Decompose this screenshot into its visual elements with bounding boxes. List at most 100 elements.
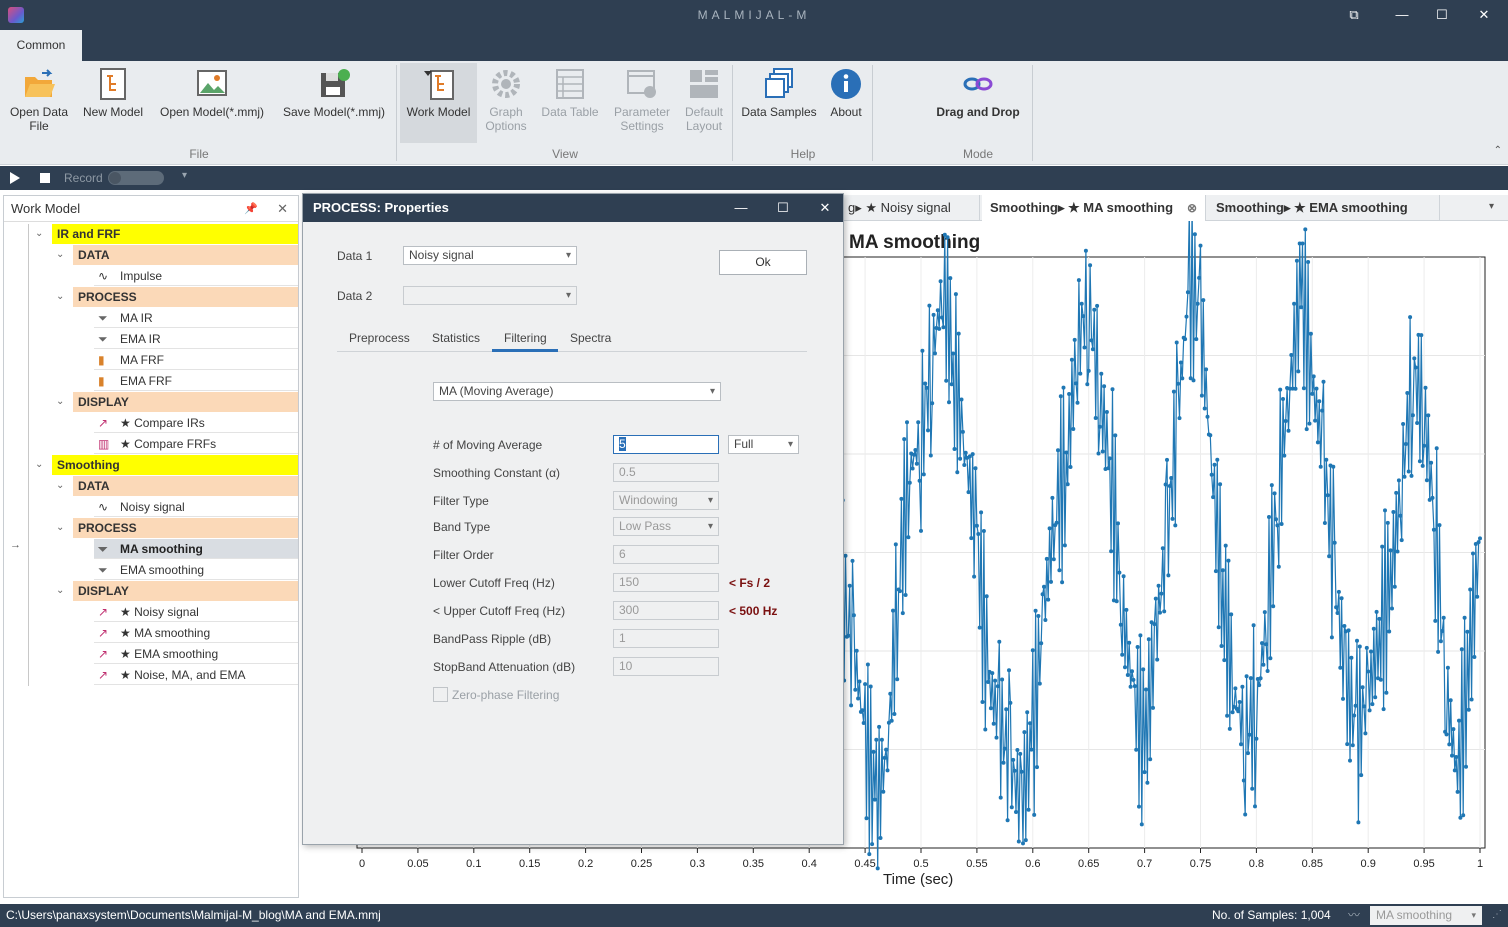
chevron-down-icon[interactable]: ⌄ bbox=[56, 392, 64, 412]
display-selector[interactable]: MA smoothing ▾ bbox=[1370, 906, 1482, 925]
drag-and-drop-button[interactable]: Drag and Drop bbox=[926, 63, 1030, 143]
tree-section[interactable]: ⌄ DATA bbox=[4, 245, 298, 265]
tree-group[interactable]: ⌄ Smoothing bbox=[4, 455, 298, 475]
ma-mode-select[interactable]: Full bbox=[728, 435, 799, 454]
data-point bbox=[1204, 367, 1209, 372]
tree-item[interactable]: ∿ Noisy signal bbox=[94, 497, 298, 517]
chevron-down-icon[interactable]: ▾ bbox=[182, 170, 187, 181]
data-point bbox=[906, 535, 911, 540]
tab-noisy-signal[interactable]: g▸ ★ Noisy signal bbox=[840, 195, 980, 221]
restore-layout-icon[interactable]: ⧉ bbox=[1344, 6, 1364, 24]
data-point bbox=[1040, 592, 1045, 597]
data-point bbox=[1278, 387, 1283, 392]
tree-item[interactable]: ⏷ MA smoothing bbox=[94, 539, 298, 559]
tab-ema-smoothing[interactable]: Smoothing▸ ★ EMA smoothing bbox=[1208, 195, 1440, 221]
tree-item[interactable]: ↗ ★ Noise, MA, and EMA bbox=[94, 665, 298, 685]
parameter-settings-button[interactable]: Parameter Settings bbox=[608, 63, 676, 143]
about-button[interactable]: About bbox=[824, 63, 868, 143]
data-table-button[interactable]: Data Table bbox=[536, 63, 604, 143]
filter-method-select[interactable]: MA (Moving Average) bbox=[433, 382, 721, 401]
tree-section[interactable]: ⌄ PROCESS bbox=[4, 518, 298, 538]
pin-icon[interactable]: 📌 bbox=[244, 196, 258, 222]
chevron-down-icon[interactable]: ⌄ bbox=[56, 245, 64, 265]
tree-item[interactable]: ▮ EMA FRF bbox=[94, 371, 298, 391]
save-model-button[interactable]: Save Model(*.mmj) bbox=[276, 63, 392, 143]
default-layout-button[interactable]: Default Layout bbox=[680, 63, 728, 143]
close-tab-icon[interactable]: ⊗ bbox=[1187, 195, 1197, 221]
stop-icon[interactable] bbox=[40, 173, 50, 183]
tree-item[interactable]: ▮ MA FRF bbox=[94, 350, 298, 370]
tree-section[interactable]: ⌄ DISPLAY bbox=[4, 581, 298, 601]
data1-select[interactable]: Noisy signal bbox=[403, 246, 577, 265]
minimize-button[interactable]: — bbox=[1392, 6, 1412, 24]
data-point bbox=[1068, 465, 1073, 469]
param-input[interactable]: 300 bbox=[613, 601, 719, 620]
tab-filtering[interactable]: Filtering bbox=[504, 331, 547, 345]
data-point bbox=[893, 542, 898, 547]
close-button[interactable]: ✕ bbox=[1474, 6, 1494, 24]
tab-common[interactable]: Common bbox=[0, 30, 82, 61]
chevron-down-icon[interactable]: ⌄ bbox=[56, 476, 64, 496]
param-input[interactable]: 10 bbox=[613, 657, 719, 676]
param-input[interactable]: 5 bbox=[613, 435, 719, 454]
tree-section[interactable]: ⌄ PROCESS bbox=[4, 287, 298, 307]
zero-phase-checkbox[interactable] bbox=[433, 687, 448, 702]
work-model-button[interactable]: Work Model bbox=[400, 63, 477, 143]
param-input[interactable]: 1 bbox=[613, 629, 719, 648]
dialog-minimize-button[interactable]: — bbox=[727, 194, 755, 222]
data-point bbox=[1176, 381, 1181, 386]
open-data-file-button[interactable]: Open Data File bbox=[4, 63, 74, 143]
maximize-button[interactable]: ☐ bbox=[1432, 6, 1452, 24]
tabs-dropdown-icon[interactable]: ▾ bbox=[1489, 201, 1494, 212]
param-input[interactable]: 0.5 bbox=[613, 463, 719, 482]
ok-button[interactable]: Ok bbox=[719, 250, 807, 275]
graph-options-button[interactable]: Graph Options bbox=[480, 63, 532, 143]
dialog-close-button[interactable]: ✕ bbox=[811, 194, 839, 222]
tree-section[interactable]: ⌄ DISPLAY bbox=[4, 392, 298, 412]
param-input[interactable]: Windowing bbox=[613, 491, 719, 510]
play-icon[interactable] bbox=[10, 172, 20, 184]
tab-spectra[interactable]: Spectra bbox=[570, 331, 611, 345]
tree-item[interactable]: ⏷ EMA IR bbox=[94, 329, 298, 349]
data-point bbox=[1128, 684, 1133, 689]
data-point bbox=[1350, 743, 1355, 748]
data-point bbox=[1360, 685, 1365, 690]
data-point bbox=[1044, 556, 1049, 561]
data2-select[interactable] bbox=[403, 286, 577, 305]
tree-item[interactable]: ↗ ★ Noisy signal bbox=[94, 602, 298, 622]
new-model-button[interactable]: New Model bbox=[78, 63, 148, 143]
collapse-ribbon-icon[interactable]: ⌃ bbox=[1494, 145, 1502, 156]
chevron-down-icon[interactable]: ⌄ bbox=[35, 224, 43, 244]
data-point bbox=[1307, 421, 1312, 426]
chevron-down-icon[interactable]: ⌄ bbox=[56, 287, 64, 307]
chevron-down-icon[interactable]: ⌄ bbox=[56, 518, 64, 538]
close-panel-icon[interactable]: ✕ bbox=[277, 196, 288, 222]
tree-item[interactable]: ⏷ EMA smoothing bbox=[94, 560, 298, 580]
open-model-button[interactable]: Open Model(*.mmj) bbox=[152, 63, 272, 143]
param-input[interactable]: 150 bbox=[613, 573, 719, 592]
tab-preprocess[interactable]: Preprocess bbox=[349, 331, 410, 345]
tab-ma-smoothing[interactable]: Smoothing▸ ★ MA smoothing ⊗ bbox=[982, 195, 1206, 221]
tree-item[interactable]: ▥ ★ Compare FRFs bbox=[94, 434, 298, 454]
record-toggle[interactable] bbox=[108, 171, 164, 185]
resize-grip-icon[interactable]: ⋰ bbox=[1492, 904, 1502, 926]
tree-group[interactable]: ⌄ IR and FRF bbox=[4, 224, 298, 244]
tab-statistics[interactable]: Statistics bbox=[432, 331, 480, 345]
param-input[interactable]: 6 bbox=[613, 545, 719, 564]
data-samples-button[interactable]: Data Samples bbox=[738, 63, 820, 143]
param-input[interactable]: Low Pass bbox=[613, 517, 719, 536]
data-point bbox=[1131, 677, 1136, 682]
data-point bbox=[1056, 448, 1060, 453]
chevron-down-icon[interactable]: ⌄ bbox=[56, 581, 64, 601]
tree-item[interactable]: ↗ ★ MA smoothing bbox=[94, 623, 298, 643]
tree-section[interactable]: ⌄ DATA bbox=[4, 476, 298, 496]
tree-item[interactable]: ↗ ★ EMA smoothing bbox=[94, 644, 298, 664]
data-point bbox=[1405, 391, 1410, 395]
chevron-down-icon[interactable]: ⌄ bbox=[35, 455, 43, 475]
tree-item[interactable]: ↗ ★ Compare IRs bbox=[94, 413, 298, 433]
data-point bbox=[1194, 337, 1199, 342]
dialog-header: PROCESS: Properties — ☐ ✕ bbox=[303, 194, 843, 222]
dialog-maximize-button[interactable]: ☐ bbox=[769, 194, 797, 222]
tree-item[interactable]: ∿ Impulse bbox=[94, 266, 298, 286]
tree-item[interactable]: ⏷ MA IR bbox=[94, 308, 298, 328]
